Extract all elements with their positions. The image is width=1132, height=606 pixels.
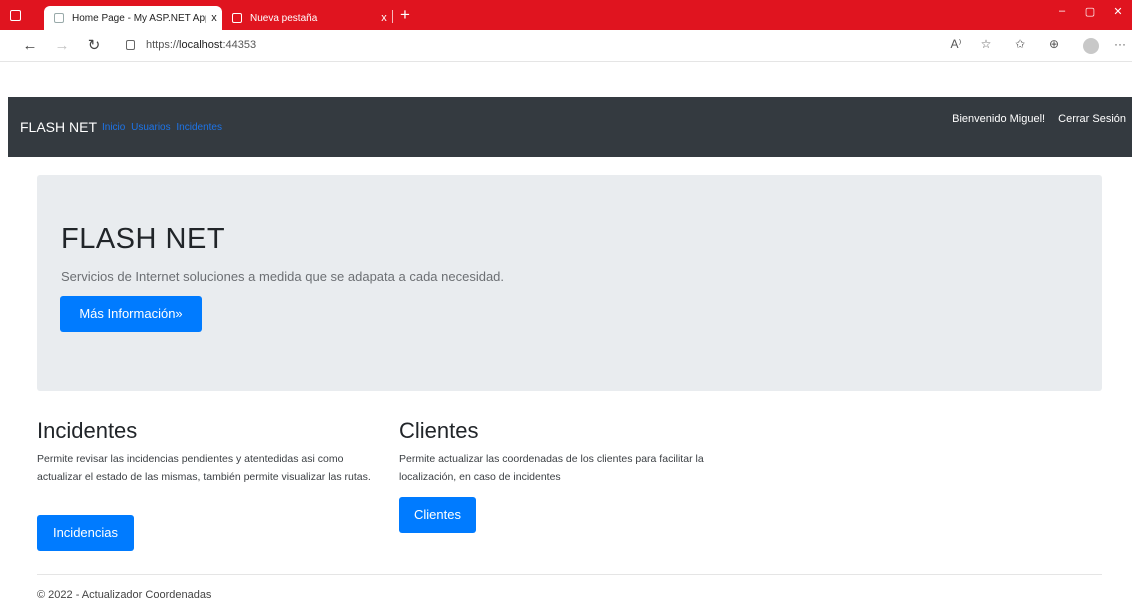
collections-icon[interactable]: ⊕: [1044, 37, 1064, 51]
section-clientes: Clientes Permite actualizar las coordena…: [399, 418, 749, 486]
forward-icon[interactable]: →: [52, 35, 72, 57]
browser-tab-bar: Home Page - My ASP.NET Applic x Nueva pe…: [0, 0, 1132, 30]
tab-close-icon[interactable]: x: [376, 12, 392, 24]
more-info-button[interactable]: Más Información»: [60, 296, 202, 332]
tab-title: Nueva pestaña: [250, 12, 318, 24]
navbar-brand[interactable]: FLASH NET: [20, 119, 97, 135]
minimize-icon[interactable]: –: [1052, 5, 1072, 17]
new-tab-favicon-icon: [232, 13, 242, 23]
nav-link-incidentes[interactable]: Incidentes: [176, 122, 222, 133]
tab-home-page[interactable]: Home Page - My ASP.NET Applic x: [44, 6, 222, 30]
tab-title: Home Page - My ASP.NET Applic: [72, 12, 206, 24]
logout-link[interactable]: Cerrar Sesión: [1058, 113, 1126, 125]
jumbotron: FLASH NET Servicios de Internet solucion…: [37, 175, 1102, 391]
navbar-links: Inicio Usuarios Incidentes: [102, 122, 225, 133]
nav-link-usuarios[interactable]: Usuarios: [131, 122, 170, 133]
page-favicon-icon: [54, 13, 64, 23]
clientes-button[interactable]: Clientes: [399, 497, 476, 533]
footer-divider: [37, 574, 1102, 575]
site-navbar: FLASH NET Inicio Usuarios Incidentes Bie…: [8, 97, 1132, 157]
refresh-icon[interactable]: ↻: [84, 35, 104, 57]
profile-avatar[interactable]: [1083, 38, 1099, 54]
maximize-icon[interactable]: ▢: [1080, 5, 1100, 18]
tab-separator: [392, 10, 393, 23]
more-options-icon[interactable]: ···: [1110, 37, 1130, 51]
favorites-icon[interactable]: ✩: [1010, 37, 1030, 51]
nav-link-inicio[interactable]: Inicio: [102, 122, 125, 133]
section-text: Permite actualizar las coordenadas de lo…: [399, 453, 704, 483]
url-port: :44353: [222, 39, 257, 51]
jumbotron-title: FLASH NET: [61, 223, 226, 255]
tab-close-icon[interactable]: x: [206, 12, 222, 24]
incidencias-button[interactable]: Incidencias: [37, 515, 134, 551]
add-favorite-icon[interactable]: ☆: [976, 37, 996, 51]
tab-new-tab[interactable]: Nueva pestaña x: [222, 6, 392, 30]
welcome-text: Bienvenido Miguel!: [952, 113, 1046, 125]
new-tab-button[interactable]: +: [400, 4, 410, 26]
close-window-icon[interactable]: ✕: [1108, 5, 1128, 18]
footer-text: © 2022 - Actualizador Coordenadas: [37, 589, 212, 601]
jumbotron-lead: Servicios de Internet soluciones a medid…: [61, 269, 505, 284]
url-scheme: https://: [146, 39, 180, 51]
tab-actions-icon[interactable]: [10, 10, 21, 21]
lock-icon[interactable]: [126, 40, 135, 50]
navbar-user-area: Bienvenido Miguel! Cerrar Sesión: [942, 113, 1126, 125]
url-field[interactable]: https://localhost:44353: [146, 39, 256, 51]
section-incidentes: Incidentes Permite revisar las incidenci…: [37, 418, 382, 486]
back-icon[interactable]: ←: [20, 35, 40, 57]
url-host: localhost: [179, 39, 223, 51]
section-title: Clientes: [399, 418, 479, 443]
read-aloud-icon[interactable]: A⁾: [946, 37, 966, 51]
section-title: Incidentes: [37, 418, 138, 443]
address-bar: ← → ↻ https://localhost:44353 A⁾ ☆ ✩ ⊕ ·…: [0, 30, 1132, 62]
section-text: Permite revisar las incidencias pendient…: [37, 453, 371, 483]
